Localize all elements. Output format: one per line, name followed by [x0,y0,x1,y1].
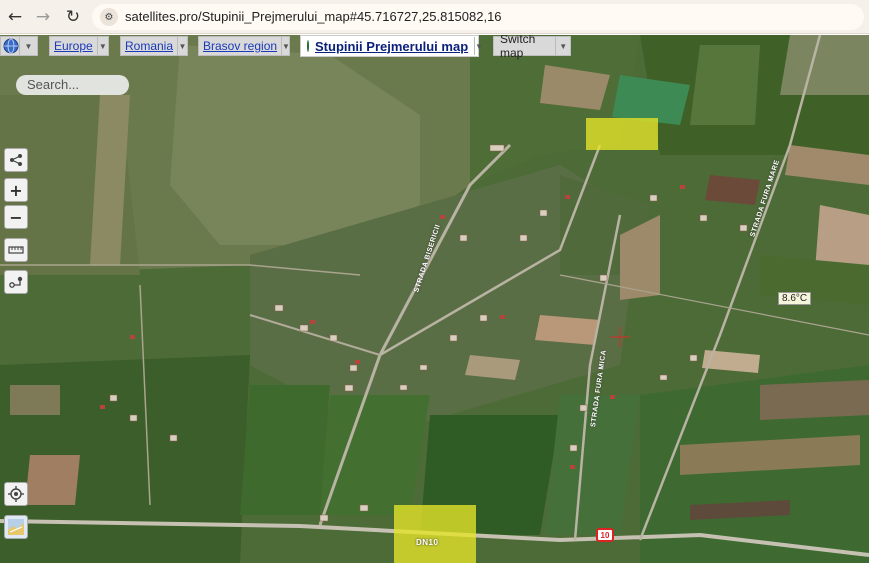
forward-icon[interactable]: → [31,5,55,29]
europe-dropdown[interactable]: Europe ▼ [49,36,109,56]
chevron-down-icon[interactable]: ▼ [19,37,37,55]
chevron-down-icon[interactable]: ▼ [474,37,483,55]
chevron-down-icon[interactable]: ▼ [177,37,187,55]
zoom-out-button[interactable]: − [4,205,28,229]
country-dropdown[interactable]: Romania ▼ [120,36,188,56]
chevron-down-icon[interactable]: ▼ [281,37,290,55]
site-settings-icon[interactable]: ⚙ [100,8,118,26]
zoom-in-icon: + [9,180,23,200]
place-status-dot-icon [307,40,309,52]
road-label: DN10 [416,538,439,547]
region-dropdown[interactable]: Brasov region ▼ [198,36,290,56]
globe-icon [3,38,19,54]
road-shield: 10 [596,528,614,542]
globe-menu[interactable]: ▼ [0,36,38,56]
place-dropdown[interactable]: Stupinii Prejmerului map ▼ [300,35,483,57]
chevron-down-icon[interactable]: ▼ [555,37,570,55]
satellite-imagery [0,35,869,563]
share-button[interactable] [4,148,28,172]
search-input[interactable]: Search... [16,75,129,95]
europe-link[interactable]: Europe [50,39,97,53]
locate-icon [8,486,24,502]
reload-icon[interactable]: ↻ [61,5,85,29]
highlight-area [586,118,658,150]
chevron-down-icon[interactable]: ▼ [96,37,108,55]
layer-thumbnail-icon [8,519,24,535]
switch-map-button[interactable]: Switch map ▼ [493,35,571,60]
url-text: satellites.pro/Stupinii_Prejmerului_map#… [125,9,502,24]
region-link[interactable]: Brasov region [199,39,281,53]
share-icon [10,154,22,166]
satellite-map[interactable]: STRADA BISERICII STRADA FURA MICA STRADA… [0,35,869,563]
zoom-out-icon: − [9,207,23,227]
browser-toolbar: ← → ↻ ⚙ satellites.pro/Stupinii_Prejmeru… [0,0,869,34]
route-icon [9,276,23,288]
ruler-button[interactable] [4,238,28,262]
route-button[interactable] [4,270,28,294]
highlight-area [394,505,476,563]
address-bar[interactable]: ⚙ satellites.pro/Stupinii_Prejmerului_ma… [92,4,864,30]
switch-map-label: Switch map [500,35,536,60]
locate-button[interactable] [4,482,28,506]
zoom-in-button[interactable]: + [4,178,28,202]
back-icon[interactable]: ← [3,5,27,29]
ruler-icon [8,246,24,254]
layer-switch-button[interactable] [4,515,28,539]
temperature-label: 8.6°C [778,292,812,305]
place-title[interactable]: Stupinii Prejmerului map [313,39,474,54]
country-link[interactable]: Romania [121,39,177,53]
